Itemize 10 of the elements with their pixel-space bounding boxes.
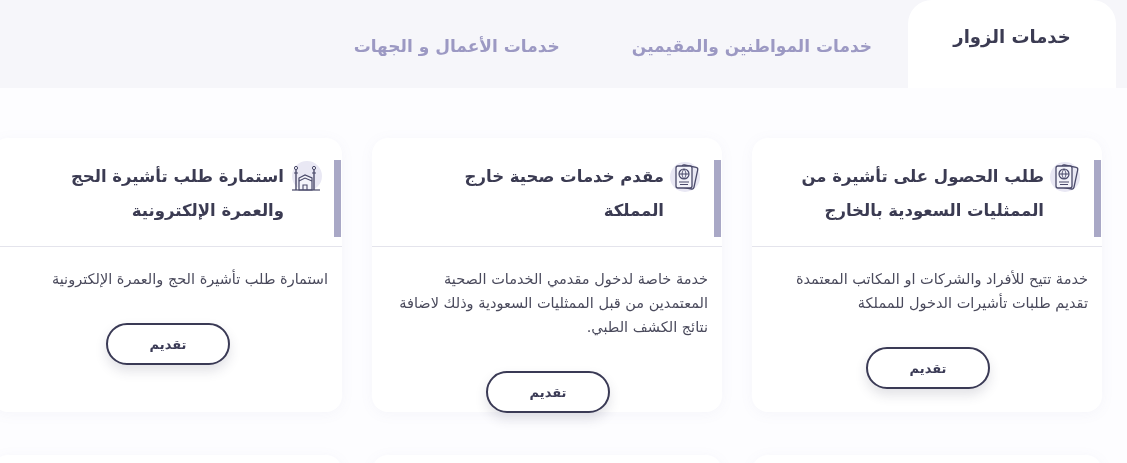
card-title: طلب الحصول على تأشيرة من الممثليات السعودية بالخارج [800, 165, 1044, 222]
card-description: خدمة تتيح للأفراد والشركات او المكاتب المعتمدة تقديم طلبات تأشيرات الدخول للمملكة [794, 269, 1088, 314]
card-description: استمارة طلب تأشيرة الحج والعمرة الإلكترونية [50, 268, 328, 290]
card-description: خدمة خاصة لدخول مقدمي الخدمات الصحية المعتمدين من قبل الممثليات السعودية وذلك لاضافة نتائج الكشف الطبي. [398, 270, 708, 338]
apply-button[interactable]: تقديم [106, 323, 230, 365]
apply-button[interactable]: تقديم [486, 371, 610, 413]
tab[interactable]: خدمات الزوار [908, 0, 1116, 88]
card-title: استمارة طلب تأشيرة الحج والعمرة الإلكترونية [69, 165, 284, 222]
apply-button[interactable]: تقديم [866, 347, 990, 389]
card-title: مقدم خدمات صحية خارج المملكة [463, 166, 664, 222]
